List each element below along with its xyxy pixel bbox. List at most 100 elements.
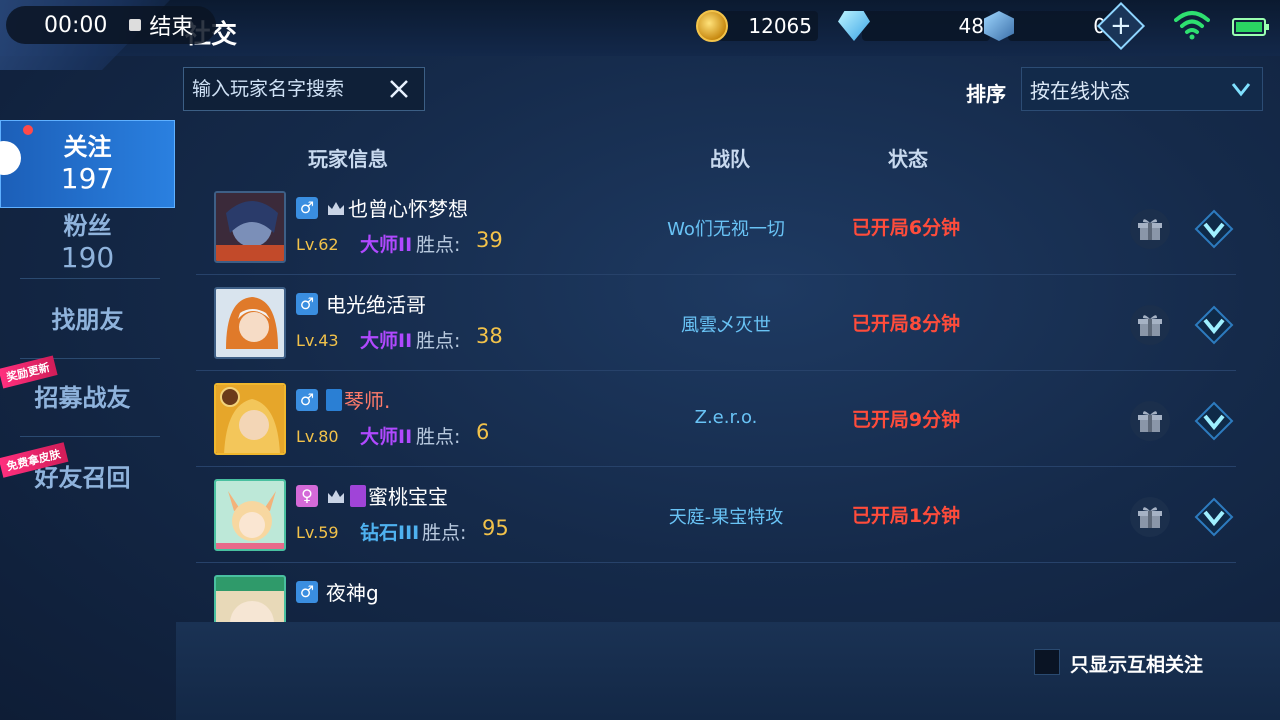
avatar[interactable] [214,191,286,263]
column-header-player: 玩家信息 [308,147,388,171]
player-search-box[interactable] [183,67,425,111]
gift-icon [1138,315,1162,336]
end-recording-button[interactable]: 结束 [149,9,193,41]
search-input[interactable] [192,78,382,100]
expand-actions-button[interactable] [1192,303,1236,347]
recruit-label: 招募战友 [34,384,131,412]
game-status: 已开局8分钟 [851,313,961,335]
player-name[interactable]: 电光绝活哥 [326,289,426,318]
player-rank: 大师II [360,234,413,256]
wifi-icon [1174,11,1210,40]
gold-amount: 12065 [718,11,818,41]
chevron-down-icon [1194,209,1234,249]
expand-actions-button[interactable] [1192,399,1236,443]
game-status: 已开局9分钟 [851,409,961,431]
notification-dot-icon [23,125,33,135]
points-value: 6 [476,420,490,444]
player-rank: 大师II [360,426,413,448]
send-gift-button[interactable] [1130,401,1170,441]
player-level: Lv.59 [296,523,339,542]
recording-timer: 00:00 [44,12,108,38]
points-value: 95 [482,516,509,540]
points-label: 胜点: [416,330,461,352]
player-rank: 钻石III [360,522,420,544]
points-label: 胜点: [416,426,461,448]
rank-badge-icon [350,485,366,507]
gift-icon [1138,507,1162,528]
sidebar-item-follow[interactable]: 关注 197 [0,120,175,208]
table-row[interactable]: ♂ 电光绝活哥 Lv.43 大师II 胜点: 38 風雲乄灭世 已开局8分钟 [196,275,1236,371]
send-gift-button[interactable] [1130,209,1170,249]
player-rank: 大师II [360,330,413,352]
game-status: 已开局1分钟 [851,505,961,527]
avatar[interactable] [214,479,286,551]
chevron-down-icon [1194,305,1234,345]
recharge-plus-button[interactable]: + [1096,1,1146,51]
screen-recording-pill[interactable]: 00:00 结束 [6,6,216,44]
table-row[interactable]: ♂ 琴师. Lv.80 大师II 胜点: 6 Z.e.r.o. 已开局9分钟 [196,371,1236,467]
crown-icon [328,490,344,503]
stop-icon[interactable] [129,19,142,31]
sort-dropdown[interactable]: 按在线状态 [1021,67,1263,111]
rank-badge-icon [326,389,342,411]
sidebar-item-recruit[interactable]: 招募战友 [0,378,175,418]
sidebar: 关注 197 粉丝 190 找朋友 招募战友 奖励更新 好友召回 免费拿皮肤 [0,110,176,720]
top-bar: 社交 00:00 结束 12065 48 0 + [0,0,1280,70]
player-level: Lv.80 [296,427,339,446]
mutual-follow-checkbox[interactable] [1034,649,1060,675]
player-level: Lv.43 [296,331,339,350]
voucher-currency: 0 + [984,1,1146,51]
clear-icon[interactable] [388,78,410,100]
male-icon: ♂ [296,581,318,603]
sidebar-item-fans[interactable]: 粉丝 190 [0,206,175,276]
find-friends-label: 找朋友 [51,306,124,334]
gold-coin-icon [696,10,728,42]
sidebar-item-find-friends[interactable]: 找朋友 [0,300,175,340]
points-value: 39 [476,228,503,252]
sidebar-divider [20,436,160,437]
chevron-down-icon[interactable] [1230,78,1252,100]
team-name[interactable]: 風雲乄灭世 [626,311,826,337]
send-gift-button[interactable] [1130,305,1170,345]
gold-currency: 12065 [696,10,818,42]
points-label: 胜点: [416,234,461,256]
player-name[interactable]: 蜜桃宝宝 [368,481,448,510]
team-name[interactable]: Z.e.r.o. [626,407,826,428]
table-row[interactable]: ♂ 夜神g [196,563,1236,623]
follow-count: 197 [60,162,115,195]
fans-count: 190 [60,241,115,274]
avatar[interactable] [214,383,286,455]
sort-selected-value: 按在线状态 [1030,78,1130,103]
fans-label: 粉丝 [63,212,112,240]
table-row[interactable]: ♀ 蜜桃宝宝 Lv.59 钻石III 胜点: 95 天庭-果宝特攻 已开局1分钟 [196,467,1236,563]
male-icon: ♂ [296,293,318,315]
male-icon: ♂ [296,389,318,411]
points-label: 胜点: [422,522,467,544]
sidebar-divider [20,278,160,279]
diamond-currency: 48 [838,10,990,42]
game-status: 已开局6分钟 [851,217,961,239]
player-level: Lv.62 [296,235,339,254]
mutual-follow-label[interactable]: 只显示互相关注 [1070,650,1203,677]
crown-icon [328,202,344,215]
player-name[interactable]: 也曾心怀梦想 [348,193,468,222]
avatar[interactable] [214,287,286,359]
sort-label: 排序 [966,82,1006,106]
avatar[interactable] [214,575,286,623]
table-row[interactable]: ♂ 也曾心怀梦想 Lv.62 大师II 胜点: 39 Wo们无视一切 已开局6分… [196,179,1236,275]
send-gift-button[interactable] [1130,497,1170,537]
gift-icon [1138,219,1162,240]
player-name[interactable]: 夜神g [326,577,379,606]
chevron-down-icon [1194,401,1234,441]
points-value: 38 [476,324,503,348]
battery-icon [1232,18,1269,36]
male-icon: ♂ [296,197,318,219]
team-name[interactable]: Wo们无视一切 [626,215,826,241]
expand-actions-button[interactable] [1192,207,1236,251]
plus-icon: + [1110,10,1132,41]
column-header-status: 状态 [888,147,928,171]
player-name[interactable]: 琴师. [344,385,390,414]
female-icon: ♀ [296,485,318,507]
team-name[interactable]: 天庭-果宝特攻 [626,503,826,529]
expand-actions-button[interactable] [1192,495,1236,539]
